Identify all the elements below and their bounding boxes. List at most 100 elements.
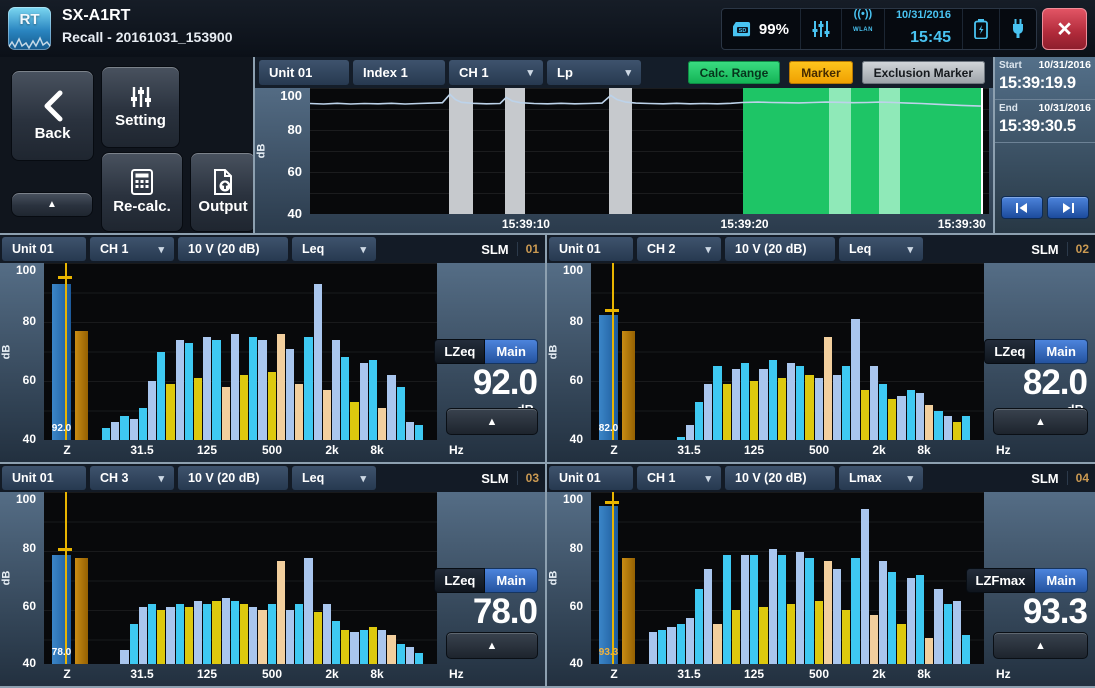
band-bar [406,647,414,664]
unit-label: Unit 01 [559,471,601,485]
metric-label-button[interactable]: LZeq [434,568,485,593]
y-axis: dB 100806040 [0,263,44,440]
metric-label-button[interactable]: LZeq [434,339,485,364]
channel-select[interactable]: CH 1▾ [637,466,721,490]
up-arrow-icon: ▲ [487,416,498,428]
start-time: 15:39:19.9 [999,74,1091,93]
y-axis-unit: dB [255,144,267,159]
slm-badge: SLM 02 [1031,237,1089,261]
setting-button[interactable]: Setting [101,66,180,148]
collapse-panel-button[interactable]: ▲ [11,192,93,217]
band-bar [649,632,657,664]
app-icon-label: RT [8,11,51,28]
band-bar [704,569,712,664]
up-arrow-icon: ▲ [487,640,498,652]
up-arrow-icon: ▲ [1035,416,1046,428]
metric-select[interactable]: Leq▾ [292,466,376,490]
frequency-tick-label: 31.5 [122,667,162,681]
band-bar [277,561,285,664]
calc-range-chip[interactable]: Calc. Range [688,61,781,84]
end-date: 10/31/2016 [1038,103,1091,114]
metric-select[interactable]: Leq▾ [839,237,923,261]
band-bar [916,393,924,440]
spectrum-bars [102,492,423,664]
range-select[interactable]: 10 V (20 dB) [178,466,288,490]
band-bar [861,390,869,440]
expand-button[interactable]: ▲ [993,632,1088,659]
band-bar [415,425,423,440]
band-bar [350,632,358,664]
unit-label: Unit 01 [269,65,312,80]
setting-label: Setting [115,112,166,129]
band-bar [397,644,405,664]
range-select[interactable]: 10 V (20 dB) [725,466,835,490]
band-bar [897,396,905,440]
main-button[interactable]: Main [485,568,538,593]
band-bar [879,561,887,664]
band-bar [870,366,878,440]
y-tick-label: 60 [288,164,302,179]
y-tick-label: 60 [23,599,36,613]
exclusion-marker-chip[interactable]: Exclusion Marker [862,61,985,84]
y-tick-label: 80 [288,122,302,137]
expand-button[interactable]: ▲ [446,632,538,659]
unit-select[interactable]: Unit 01 [259,60,349,85]
unit-select[interactable]: Unit 01 [2,466,86,490]
band-bar [157,352,165,441]
band-bar [787,604,795,664]
output-button[interactable]: Output [190,152,256,232]
band-bar [139,607,147,664]
datetime-status: 10/31/2016 15:45 [885,9,963,49]
metric-label-button[interactable]: LZFmax [966,568,1036,593]
recalc-button[interactable]: Re-calc. [101,152,183,232]
unit-select[interactable]: Unit 01 [549,237,633,261]
app-icon: RT [8,7,51,50]
metric-select[interactable]: Leq▾ [292,237,376,261]
range-select[interactable]: 10 V (20 dB) [725,237,835,261]
band-bar [842,366,850,440]
y-axis-unit: dB [0,571,12,586]
metric-label-button[interactable]: LZeq [984,339,1035,364]
spectrum-chart: 93.3 [591,492,984,664]
close-button[interactable]: × [1042,8,1087,50]
chevron-down-icon: ▾ [140,243,164,256]
main-button[interactable]: Main [485,339,538,364]
metric-select[interactable]: Lmax▾ [839,466,923,490]
level-time-chart[interactable] [310,88,989,214]
band-bar [203,337,211,440]
y-axis-unit: dB [547,571,559,586]
start-date: 10/31/2016 [1038,60,1091,71]
channel-select[interactable]: CH 1▾ [90,237,174,261]
frequency-unit-label: Hz [449,667,464,681]
step-back-icon [1015,203,1029,213]
main-button[interactable]: Main [1035,568,1088,593]
chevron-down-icon: ▾ [889,243,913,256]
y-axis-unit: dB [0,344,12,359]
back-button[interactable]: Back [11,70,94,161]
expand-button[interactable]: ▲ [993,408,1088,435]
channel-select[interactable]: CH 2▾ [637,237,721,261]
index-select[interactable]: Index 1 [353,60,445,85]
frequency-tick-label: Z [47,443,87,457]
step-back-button[interactable] [1001,196,1043,219]
band-bar [194,601,202,664]
expand-button[interactable]: ▲ [446,408,538,435]
main-button[interactable]: Main [1035,339,1088,364]
marker-chip[interactable]: Marker [789,61,852,84]
spectrum-chart: 92.0 [44,263,437,440]
y-axis-unit: dB [547,344,559,359]
wlan-status: ((•)) WLAN [842,9,885,49]
unit-select[interactable]: Unit 01 [549,466,633,490]
frequency-tick-label: 500 [252,443,292,457]
unit-select[interactable]: Unit 01 [2,237,86,261]
channel-select[interactable]: CH 3▾ [90,466,174,490]
band-bar [759,369,767,440]
unit-label: Unit 01 [12,242,54,256]
band-bar [157,610,165,664]
range-select[interactable]: 10 V (20 dB) [178,237,288,261]
channel-select[interactable]: CH 1▾ [449,60,543,85]
band-bar [212,340,220,440]
metric-select[interactable]: Lp▾ [547,60,641,85]
step-forward-button[interactable] [1047,196,1089,219]
unit-label: Unit 01 [559,242,601,256]
